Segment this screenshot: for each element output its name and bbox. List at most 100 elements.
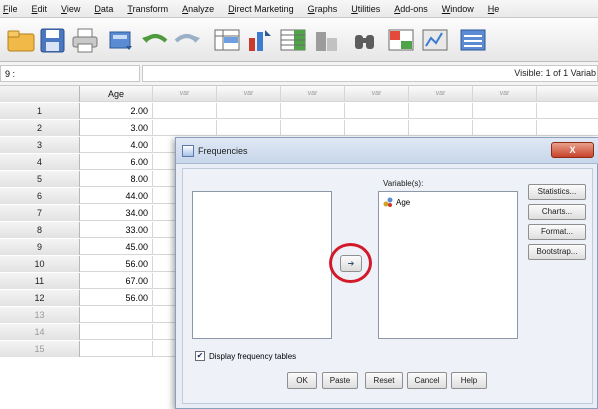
empty-cell[interactable] (409, 103, 473, 119)
cell-reference-bar: 9 : Visible: 1 of 1 Variab (0, 62, 598, 86)
highlight-circle-annotation (329, 243, 372, 283)
empty-cell[interactable] (473, 120, 537, 136)
age-cell[interactable] (80, 307, 153, 323)
print-icon[interactable] (70, 26, 100, 54)
redo-icon[interactable] (172, 26, 202, 54)
row-number-cell[interactable]: 7 (0, 205, 80, 221)
menu-graphs[interactable]: Graphs (308, 4, 338, 14)
column-header-age[interactable]: Age (80, 86, 153, 102)
column-header-var[interactable]: var (409, 86, 473, 102)
close-button[interactable]: X (551, 142, 594, 158)
display-frequency-tables-option[interactable]: ✔ Display frequency tables (195, 351, 296, 361)
row-number-cell[interactable]: 3 (0, 137, 80, 153)
empty-cell[interactable] (217, 103, 281, 119)
row-number-cell[interactable]: 12 (0, 290, 80, 306)
selected-variable-item[interactable]: Age (383, 197, 410, 207)
empty-cell[interactable] (153, 120, 217, 136)
empty-cell[interactable] (345, 120, 409, 136)
help-button[interactable]: Help (451, 372, 487, 389)
grid-header-row: Age var var var var var var (0, 86, 598, 102)
source-variable-list[interactable] (192, 191, 332, 339)
menu-direct-marketing[interactable]: Direct Marketing (228, 4, 294, 14)
row-number-cell[interactable]: 2 (0, 120, 80, 136)
empty-cell[interactable] (281, 103, 345, 119)
selected-variable-label: Age (396, 197, 411, 207)
age-cell[interactable]: 4.00 (80, 137, 153, 153)
age-cell[interactable]: 45.00 (80, 239, 153, 255)
bootstrap-button[interactable]: Bootstrap... (528, 244, 586, 260)
row-number-cell[interactable]: 8 (0, 222, 80, 238)
column-header-var[interactable]: var (473, 86, 537, 102)
row-number-cell[interactable]: 5 (0, 171, 80, 187)
charts-button[interactable]: Charts... (528, 204, 586, 220)
age-cell[interactable]: 6.00 (80, 154, 153, 170)
row-number-cell[interactable]: 14 (0, 324, 80, 340)
menu-window[interactable]: Window (442, 4, 474, 14)
display-frequency-tables-checkbox[interactable]: ✔ (195, 351, 205, 361)
row-number-cell[interactable]: 6 (0, 188, 80, 204)
age-cell[interactable]: 56.00 (80, 256, 153, 272)
empty-cell[interactable] (345, 103, 409, 119)
row-number-cell[interactable]: 13 (0, 307, 80, 323)
row-number-cell[interactable]: 15 (0, 341, 80, 357)
cancel-button[interactable]: Cancel (407, 372, 447, 389)
age-cell[interactable]: 34.00 (80, 205, 153, 221)
menu-transform[interactable]: Transform (127, 4, 168, 14)
age-cell[interactable] (80, 324, 153, 340)
row-number-cell[interactable]: 9 (0, 239, 80, 255)
menu-edit[interactable]: Edit (32, 4, 48, 14)
display-frequency-tables-label: Display frequency tables (209, 351, 297, 361)
menu-bar: File Edit View Data Transform Analyze Di… (0, 0, 598, 18)
chart-icon[interactable] (312, 26, 342, 54)
open-folder-icon[interactable] (6, 26, 36, 54)
split-file-icon[interactable] (420, 26, 450, 54)
dialog-recall-icon[interactable] (106, 26, 136, 54)
menu-help[interactable]: He (488, 4, 500, 14)
row-number-cell[interactable]: 4 (0, 154, 80, 170)
age-cell[interactable]: 8.00 (80, 171, 153, 187)
menu-add-ons[interactable]: Add-ons (394, 4, 428, 14)
row-number-cell[interactable]: 10 (0, 256, 80, 272)
age-cell[interactable]: 67.00 (80, 273, 153, 289)
empty-cell[interactable] (217, 120, 281, 136)
goto-case-icon[interactable] (212, 26, 242, 54)
value-labels-icon[interactable] (458, 26, 488, 54)
empty-cell[interactable] (473, 103, 537, 119)
dialog-title-bar[interactable]: Frequencies X (176, 138, 598, 164)
selected-variables-list[interactable]: Age (378, 191, 518, 339)
save-icon[interactable] (38, 26, 68, 54)
column-header-var[interactable]: var (217, 86, 281, 102)
empty-cell[interactable] (281, 120, 345, 136)
insert-cases-icon[interactable] (386, 26, 416, 54)
menu-file[interactable]: File (3, 4, 18, 14)
row-number-cell[interactable]: 1 (0, 103, 80, 119)
column-header-var[interactable]: var (345, 86, 409, 102)
empty-cell[interactable] (409, 120, 473, 136)
ok-button[interactable]: OK (287, 372, 317, 389)
visible-variables-label: Visible: 1 of 1 Variab (514, 68, 596, 78)
find-icon[interactable] (350, 26, 380, 54)
cell-reference-field[interactable]: 9 : (0, 65, 140, 82)
reset-button[interactable]: Reset (365, 372, 403, 389)
age-cell[interactable] (80, 341, 153, 357)
empty-cell[interactable] (153, 103, 217, 119)
age-cell[interactable]: 3.00 (80, 120, 153, 136)
menu-utilities[interactable]: Utilities (351, 4, 380, 14)
format-button[interactable]: Format... (528, 224, 586, 240)
age-cell[interactable]: 56.00 (80, 290, 153, 306)
column-header-var[interactable]: var (153, 86, 217, 102)
menu-view[interactable]: View (61, 4, 80, 14)
age-cell[interactable]: 2.00 (80, 103, 153, 119)
menu-data[interactable]: Data (94, 4, 113, 14)
age-cell[interactable]: 33.00 (80, 222, 153, 238)
column-header-var[interactable]: var (281, 86, 345, 102)
age-cell[interactable]: 44.00 (80, 188, 153, 204)
row-number-cell[interactable]: 11 (0, 273, 80, 289)
goto-variable-icon[interactable] (245, 26, 275, 54)
corner-cell (0, 86, 80, 102)
variables-icon[interactable] (278, 26, 308, 54)
statistics-button[interactable]: Statistics... (528, 184, 586, 200)
menu-analyze[interactable]: Analyze (182, 4, 214, 14)
paste-button[interactable]: Paste (322, 372, 358, 389)
undo-icon[interactable] (140, 26, 170, 54)
